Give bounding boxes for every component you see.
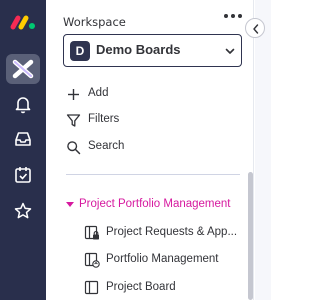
rail-item-favorites[interactable] (12, 200, 34, 222)
chevron-left-icon (253, 24, 259, 34)
board-label: Project Requests & App... (106, 226, 238, 238)
board-label: Project Board (106, 281, 176, 293)
calendar-check-icon (15, 167, 31, 183)
search-label: Search (88, 140, 125, 152)
board-icon (84, 280, 99, 295)
rail-item-workspace[interactable] (6, 54, 40, 84)
caret-down-icon (66, 202, 74, 207)
workspace-x-icon (12, 59, 34, 79)
filter-icon (66, 114, 81, 127)
board-share-icon (84, 252, 100, 268)
divider (66, 174, 240, 175)
board-item-project-board[interactable]: Project Board (84, 279, 244, 297)
filters-label: Filters (88, 113, 120, 125)
board-item-portfolio-management[interactable]: Portfolio Management (84, 251, 244, 269)
plus-icon (68, 89, 79, 100)
folder-project-portfolio-management[interactable]: Project Portfolio Management (66, 197, 256, 215)
search-button[interactable]: Search (66, 138, 216, 158)
main-content-edge (255, 0, 271, 300)
collapse-panel-button[interactable] (245, 18, 265, 38)
folder-label: Project Portfolio Management (79, 198, 231, 210)
left-rail (0, 0, 46, 300)
rail-item-my-work[interactable] (12, 164, 34, 186)
bell-icon (15, 97, 31, 114)
search-icon (67, 141, 81, 155)
more-options-icon[interactable] (222, 9, 244, 23)
chevron-down-icon (225, 48, 235, 54)
filters-button[interactable]: Filters (66, 111, 216, 131)
board-label: Portfolio Management (106, 253, 219, 265)
inbox-icon (15, 132, 31, 146)
workspace-badge: D (70, 41, 90, 61)
workspace-label: Workspace (63, 15, 126, 29)
monday-logo[interactable] (9, 13, 37, 31)
panel-scrollbar[interactable] (248, 172, 253, 300)
add-label: Add (88, 87, 109, 99)
rail-item-notifications[interactable] (12, 93, 34, 115)
workspace-selector[interactable]: D Demo Boards (63, 34, 242, 67)
star-icon (14, 202, 32, 219)
board-lock-icon (84, 225, 99, 240)
rail-item-inbox[interactable] (12, 128, 34, 150)
workspace-name: Demo Boards (96, 42, 181, 57)
workspace-panel: Workspace D Demo Boards Add Filters Sear… (46, 0, 254, 300)
board-item-project-requests[interactable]: Project Requests & App... (84, 224, 244, 242)
add-button[interactable]: Add (66, 85, 216, 105)
